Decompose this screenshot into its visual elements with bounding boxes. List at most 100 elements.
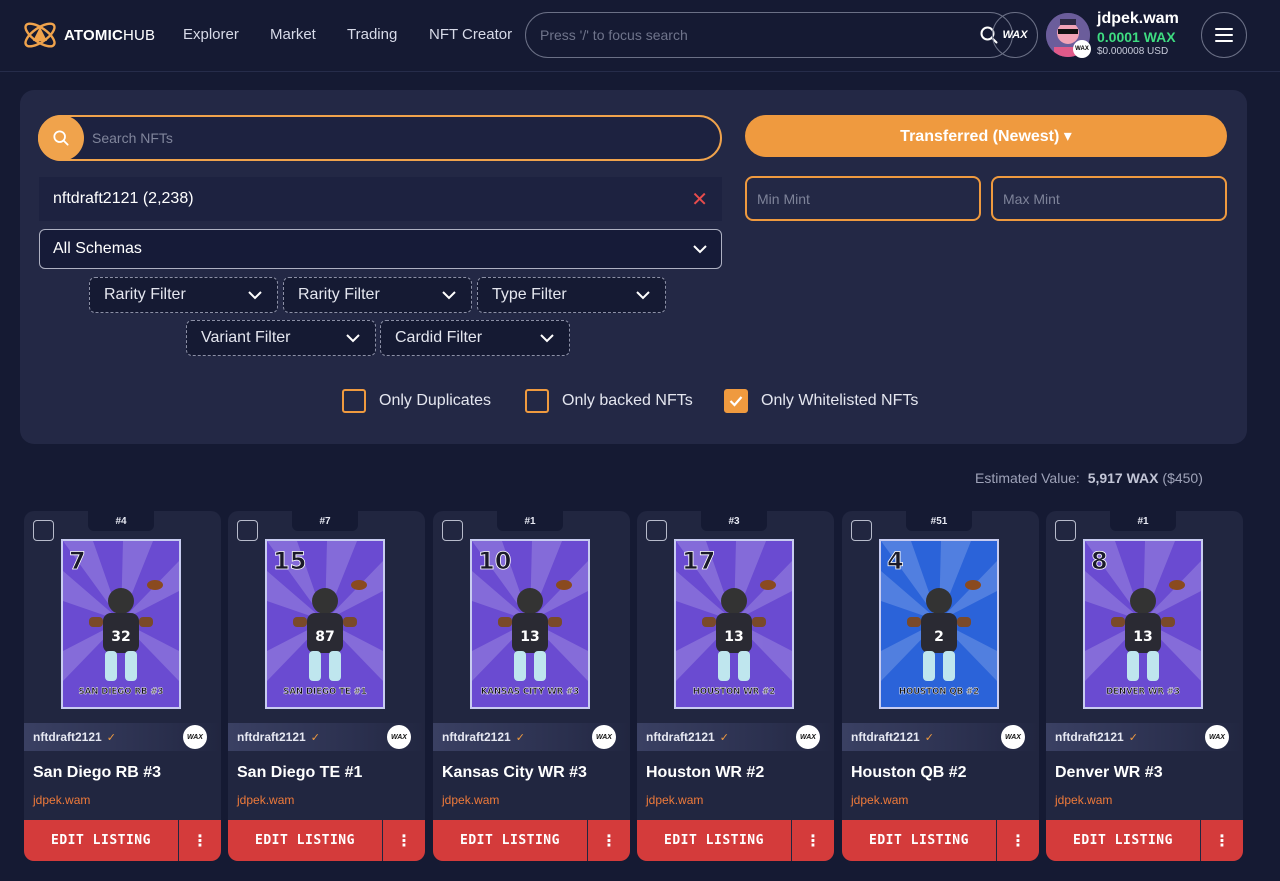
chevron-down-icon [636,291,650,300]
collection-name: nftdraft2121 [442,730,511,744]
max-mint-input[interactable]: Max Mint [991,176,1227,221]
card-select-checkbox[interactable] [1055,520,1076,541]
nft-search-input[interactable]: Search NFTs [38,115,722,161]
more-options-icon[interactable]: ⋮ [588,820,630,861]
nft-card-image[interactable]: 8 13 DENVER WR #3 [1083,539,1203,709]
variant-filter-label: Variant Filter [201,329,291,346]
edit-listing-button[interactable]: EDIT LISTING [24,820,178,861]
player-number: 13 [724,629,743,645]
nft-name[interactable]: Houston QB #2 [851,764,967,782]
checkbox-box[interactable] [342,389,366,413]
more-options-icon[interactable]: ⋮ [179,820,221,861]
player-number: 2 [934,629,944,645]
edit-listing-button[interactable]: EDIT LISTING [1046,820,1200,861]
only-duplicates-checkbox[interactable]: Only Duplicates [342,389,491,413]
nft-card[interactable]: #4 7 32 SAN DIEGO RB #3 nftdraft2121 ✓ W… [24,511,221,861]
min-mint-input[interactable]: Min Mint [745,176,981,221]
more-options-icon[interactable]: ⋮ [383,820,425,861]
nav-trading[interactable]: Trading [347,26,397,43]
nft-name[interactable]: Denver WR #3 [1055,764,1163,782]
user-wax-balance: 0.0001 WAX [1097,29,1176,45]
rarity-filter-dropdown-2[interactable]: Rarity Filter [283,277,472,313]
sort-dropdown[interactable]: Transferred (Newest) ▾ [745,115,1227,157]
nft-name[interactable]: Houston WR #2 [646,764,764,782]
variant-filter-dropdown[interactable]: Variant Filter [186,320,376,356]
card-art-image: 4 2 HOUSTON QB #2 [881,541,997,707]
only-backed-checkbox[interactable]: Only backed NFTs [525,389,693,413]
atomichub-logo[interactable]: ATOMICHUB [20,14,155,56]
checkmark-icon [729,396,743,407]
wax-chain-button[interactable]: WAX [992,12,1038,58]
player-number: 13 [520,629,539,645]
edit-listing-button[interactable]: EDIT LISTING [637,820,791,861]
checkbox-box[interactable] [525,389,549,413]
verified-icon: ✓ [924,731,934,744]
owner-link[interactable]: jdpek.wam [442,793,499,807]
chevron-down-icon [248,291,262,300]
nft-search-icon-button[interactable] [38,115,84,161]
nft-name[interactable]: San Diego TE #1 [237,764,362,782]
clear-collection-icon[interactable]: ✕ [691,187,708,212]
hamburger-menu-button[interactable] [1201,12,1247,58]
checkbox-box-checked[interactable] [724,389,748,413]
global-search-placeholder: Press '/' to focus search [540,27,688,43]
nav-market[interactable]: Market [270,26,316,43]
nft-card-image[interactable]: 15 87 SAN DIEGO TE #1 [265,539,385,709]
rarity-filter-dropdown[interactable]: Rarity Filter [89,277,278,313]
nft-card[interactable]: #1 10 13 KANSAS CITY WR #3 nftdraft2121 … [433,511,630,861]
card-select-checkbox[interactable] [442,520,463,541]
estimated-value: Estimated Value: 5,917 WAX ($450) [975,470,1203,486]
more-options-icon[interactable]: ⋮ [792,820,834,861]
owner-link[interactable]: jdpek.wam [33,793,90,807]
mint-number-badge: #51 [906,511,972,531]
mint-number-badge: #7 [292,511,358,531]
cardid-filter-dropdown[interactable]: Cardid Filter [380,320,570,356]
edit-listing-button[interactable]: EDIT LISTING [228,820,382,861]
type-filter-dropdown[interactable]: Type Filter [477,277,666,313]
user-name[interactable]: jdpek.wam [1097,10,1179,28]
player-number: 87 [315,629,334,645]
owner-link[interactable]: jdpek.wam [1055,793,1112,807]
card-select-checkbox[interactable] [33,520,54,541]
edit-listing-button[interactable]: EDIT LISTING [433,820,587,861]
nft-card-image[interactable]: 7 32 SAN DIEGO RB #3 [61,539,181,709]
card-art-image: 15 87 SAN DIEGO TE #1 [267,541,383,707]
mint-number-badge: #3 [701,511,767,531]
only-duplicates-label: Only Duplicates [379,392,492,409]
nav-explorer[interactable]: Explorer [183,26,239,43]
nft-card[interactable]: #51 4 2 HOUSTON QB #2 nftdraft2121 ✓ WAX… [842,511,1039,861]
card-select-checkbox[interactable] [851,520,872,541]
owner-link[interactable]: jdpek.wam [646,793,703,807]
card-select-checkbox[interactable] [237,520,258,541]
nft-card-image[interactable]: 4 2 HOUSTON QB #2 [879,539,999,709]
nft-card-image[interactable]: 10 13 KANSAS CITY WR #3 [470,539,590,709]
edit-listing-button[interactable]: EDIT LISTING [842,820,996,861]
jersey-number: 4 [887,547,904,575]
schema-select[interactable]: All Schemas [39,229,722,269]
collection-filter-label: nftdraft2121 (2,238) [53,190,194,207]
owner-link[interactable]: jdpek.wam [851,793,908,807]
estimated-value-wax: 5,917 WAX [1087,470,1159,486]
global-search-input[interactable]: Press '/' to focus search [525,12,1013,58]
card-select-checkbox[interactable] [646,520,667,541]
player-number: 32 [111,629,130,645]
card-art-image: 10 13 KANSAS CITY WR #3 [472,541,588,707]
card-caption: SAN DIEGO TE #1 [283,687,367,697]
more-options-icon[interactable]: ⋮ [997,820,1039,861]
owner-link[interactable]: jdpek.wam [237,793,294,807]
verified-icon: ✓ [1128,731,1138,744]
nft-card[interactable]: #7 15 87 SAN DIEGO TE #1 nftdraft2121 ✓ … [228,511,425,861]
nft-name[interactable]: Kansas City WR #3 [442,764,587,782]
mint-number-badge: #1 [1110,511,1176,531]
card-caption: HOUSTON QB #2 [899,687,979,697]
wax-badge-icon: WAX [1073,40,1091,58]
nft-card[interactable]: #3 17 13 HOUSTON WR #2 nftdraft2121 ✓ WA… [637,511,834,861]
nft-card-image[interactable]: 17 13 HOUSTON WR #2 [674,539,794,709]
only-whitelisted-checkbox[interactable]: Only Whitelisted NFTs [724,389,918,413]
nft-name[interactable]: San Diego RB #3 [33,764,161,782]
nft-card[interactable]: #1 8 13 DENVER WR #3 nftdraft2121 ✓ WAX … [1046,511,1243,861]
nav-nft-creator[interactable]: NFT Creator [429,26,512,43]
more-options-icon[interactable]: ⋮ [1201,820,1243,861]
card-art-image: 8 13 DENVER WR #3 [1085,541,1201,707]
verified-icon: ✓ [719,731,729,744]
